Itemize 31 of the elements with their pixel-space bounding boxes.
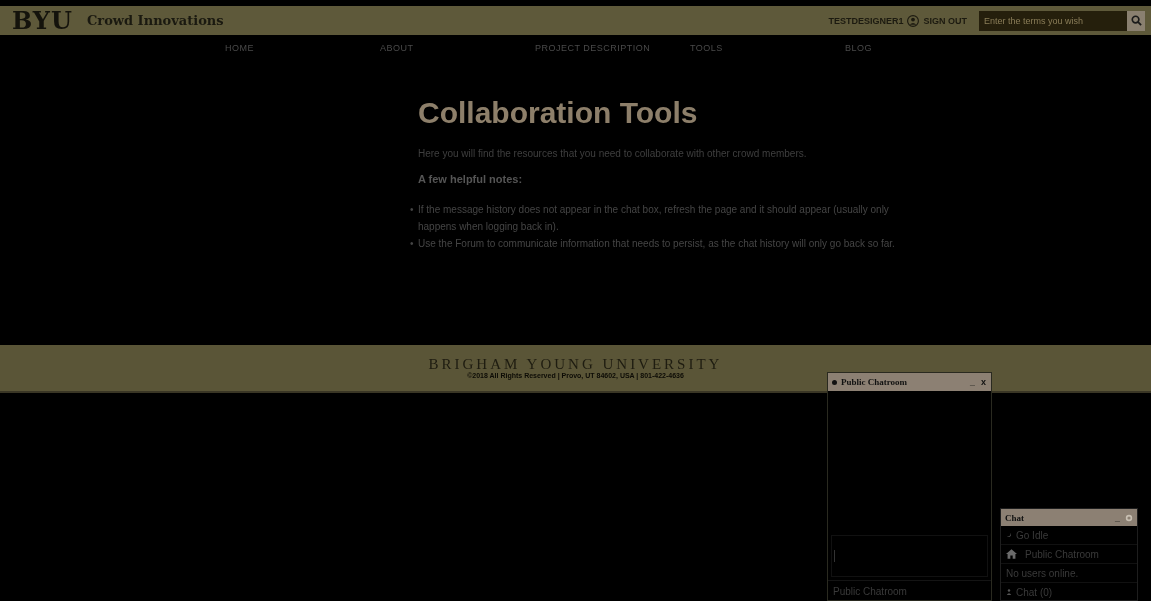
status-dot-icon <box>832 379 837 385</box>
note-item: If the message history does not appear in the chat box, refresh the page and it should appear (usually only happens when logging back in). <box>418 203 890 234</box>
home-icon <box>1006 549 1017 559</box>
site-name[interactable]: Crowd Innovations <box>86 13 224 28</box>
nav-link[interactable]: TOOLS <box>690 42 845 53</box>
chatroom-tab[interactable]: Public Chatroom <box>828 580 991 600</box>
text-cursor <box>834 550 835 562</box>
nav-link[interactable]: BLOG <box>845 42 1000 53</box>
search-button[interactable] <box>1127 10 1145 31</box>
nav-link[interactable]: PROJECT DESCRIPTION <box>535 42 690 53</box>
university-name: BRIGHAM YOUNG UNIVERSITY <box>428 357 723 371</box>
search-field[interactable]: Enter the terms you wish <box>979 10 1127 31</box>
page-title: Collaboration Tools <box>418 96 699 130</box>
chatroom-item[interactable]: Public Chatroom <box>1001 545 1137 564</box>
logo[interactable]: BYU <box>12 6 73 35</box>
search-icon <box>1130 15 1142 26</box>
nav-link[interactable]: HOME <box>225 42 380 53</box>
chatroom-title: Public Chatroom <box>841 377 909 387</box>
close-button[interactable]: x <box>980 377 987 387</box>
notes-heading: A few helpful notes: <box>418 173 524 185</box>
sign-out-link[interactable]: SIGN OUT <box>923 15 967 26</box>
note-item: Use the Forum to communicate information that needs to persist, as the chat history will only go back so far. <box>418 237 896 251</box>
nav-link[interactable]: ABOUT <box>380 42 535 53</box>
user-icon <box>907 14 920 27</box>
username-link[interactable]: TESTDESIGNER1 <box>828 15 904 26</box>
bullet: • <box>410 237 414 251</box>
chat-panel-title: Chat <box>1005 512 1025 523</box>
minimize-button[interactable]: _ <box>968 377 976 387</box>
minimize-button[interactable]: _ <box>1114 512 1121 523</box>
person-icon <box>1006 589 1012 595</box>
bullet: • <box>410 203 414 217</box>
